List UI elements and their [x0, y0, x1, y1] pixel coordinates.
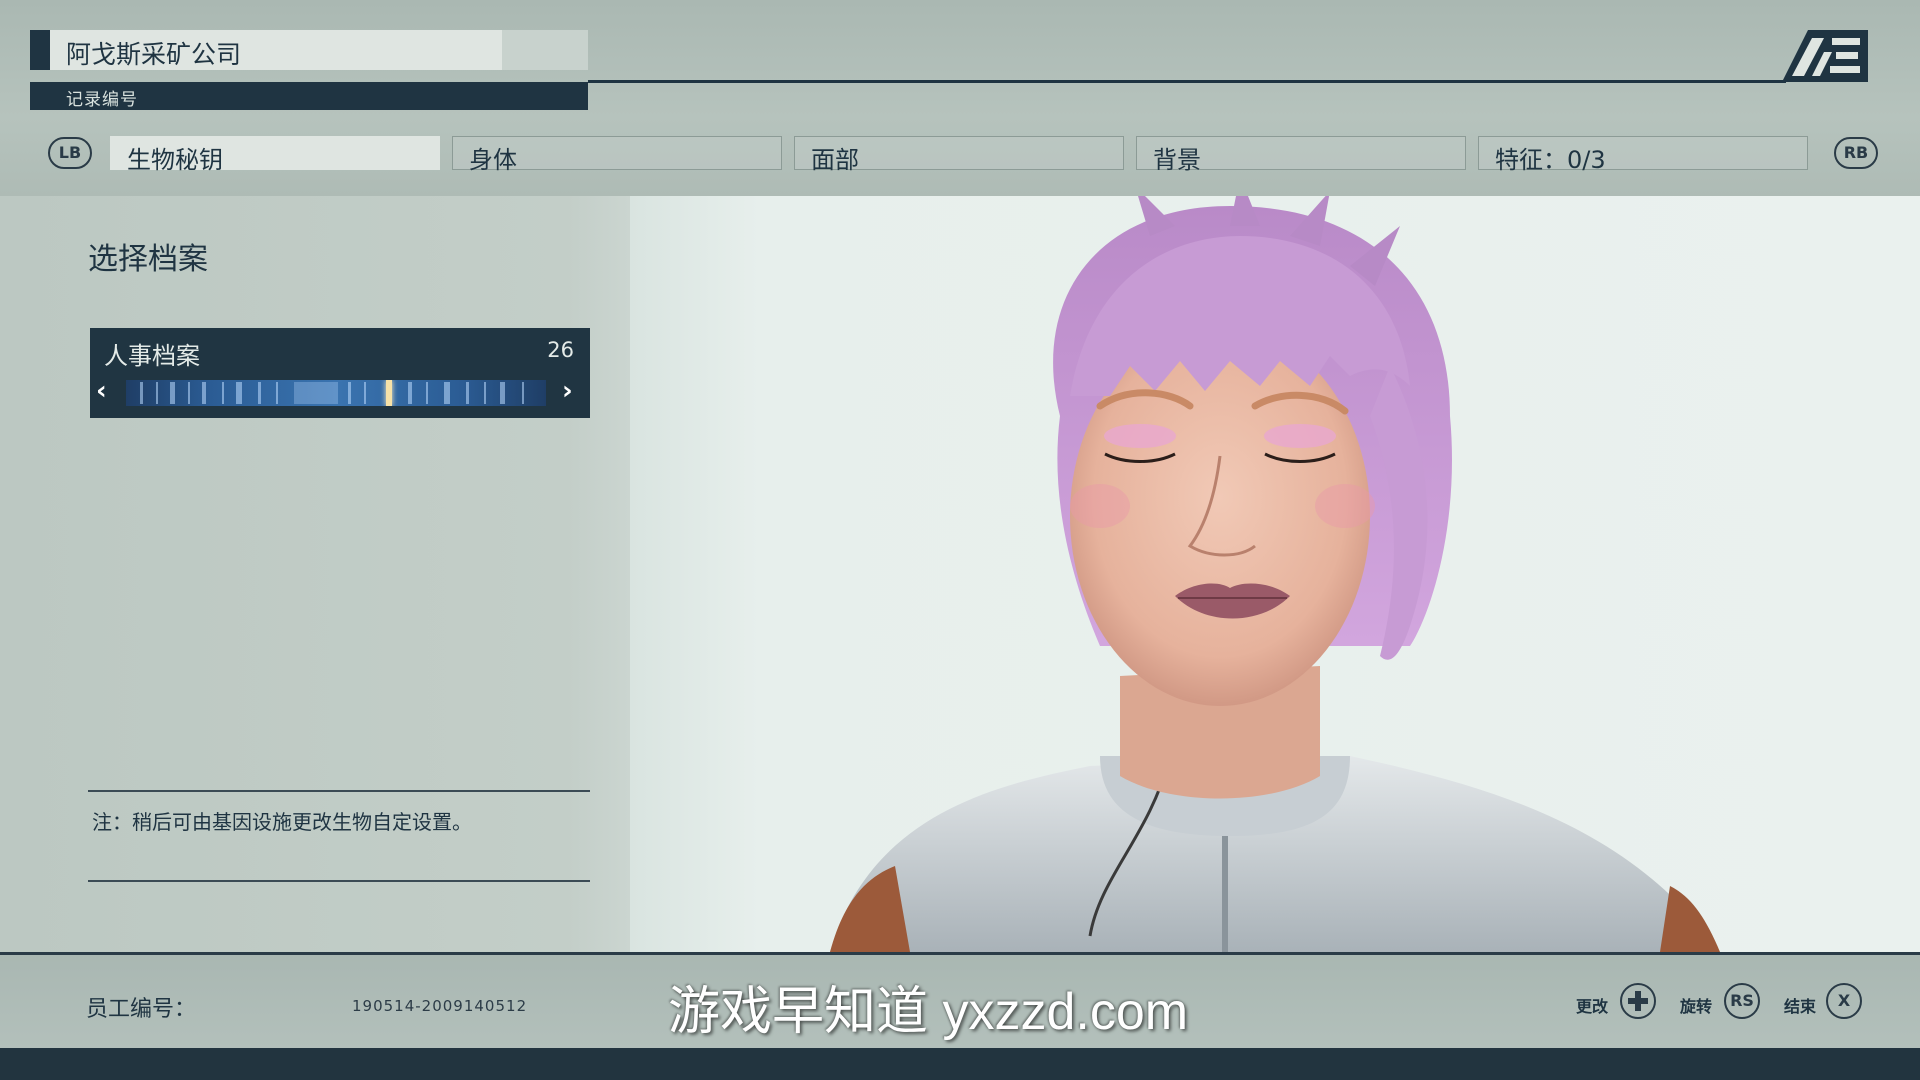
dpad-icon[interactable] — [1620, 983, 1656, 1019]
header-divider — [588, 80, 1786, 83]
tab-face[interactable]: 面部 — [794, 136, 1124, 174]
company-name: 阿戈斯采矿公司 — [66, 40, 242, 69]
finish-hint-label: 结束 — [1784, 997, 1817, 1016]
company-accent-bar — [30, 30, 50, 70]
lb-button[interactable]: LB — [48, 137, 92, 169]
tab-biometric-key[interactable]: 生物秘钥 — [110, 136, 440, 174]
tab-label: 特征：0/3 — [1495, 146, 1606, 174]
divider-top — [88, 790, 590, 792]
x-button[interactable]: X — [1826, 983, 1862, 1019]
dna-strip[interactable] — [126, 380, 546, 406]
employee-number-label: 员工编号： — [86, 997, 197, 1022]
left-panel: 选择档案 人事档案 26 ‹ › 注：稍后可由基因设施更改生物自定设置。 — [0, 196, 630, 952]
dna-slider-marker[interactable] — [386, 380, 392, 406]
rs-button[interactable]: RS — [1724, 983, 1760, 1019]
rotate-hint-label: 旋转 — [1680, 997, 1713, 1016]
panel-title: 选择档案 — [88, 242, 208, 277]
tab-traits[interactable]: 特征：0/3 — [1478, 136, 1808, 174]
record-number-label: 记录编号 — [66, 90, 138, 110]
customization-note: 注：稍后可由基因设施更改生物自定设置。 — [92, 810, 472, 834]
company-banner: 阿戈斯采矿公司 — [30, 30, 588, 70]
employee-number-value: 190514-2009140512 — [352, 997, 528, 1015]
record-number-bar: 记录编号 — [30, 82, 588, 110]
footer-bar: 员工编号： 190514-2009140512 游戏早知道 yxzzd.com … — [0, 952, 1920, 1048]
tab-label: 身体 — [469, 146, 517, 174]
tab-background[interactable]: 背景 — [1136, 136, 1466, 174]
tab-label: 面部 — [811, 146, 859, 174]
tab-label: 背景 — [1153, 146, 1201, 174]
divider-bottom — [88, 880, 590, 882]
profile-selector[interactable]: 人事档案 26 ‹ › — [90, 328, 590, 418]
change-hint-label: 更改 — [1576, 997, 1609, 1016]
header-bar: 阿戈斯采矿公司 记录编号 LB 生物秘钥 身体 面部 背景 特征：0/3 RB — [0, 0, 1920, 196]
bottom-strip — [0, 1048, 1920, 1080]
profile-selector-value: 26 — [547, 338, 574, 362]
character-portrait[interactable] — [630, 196, 1920, 952]
ae-logo-icon — [1782, 30, 1868, 82]
rb-button[interactable]: RB — [1834, 137, 1878, 169]
tab-body[interactable]: 身体 — [452, 136, 782, 174]
site-watermark: 游戏早知道 yxzzd.com — [668, 983, 1189, 1041]
profile-selector-label: 人事档案 — [104, 342, 200, 370]
tab-label: 生物秘钥 — [127, 146, 223, 174]
chevron-right-icon[interactable]: › — [562, 376, 573, 406]
character-model — [830, 196, 1720, 952]
chevron-left-icon[interactable]: ‹ — [96, 376, 107, 406]
